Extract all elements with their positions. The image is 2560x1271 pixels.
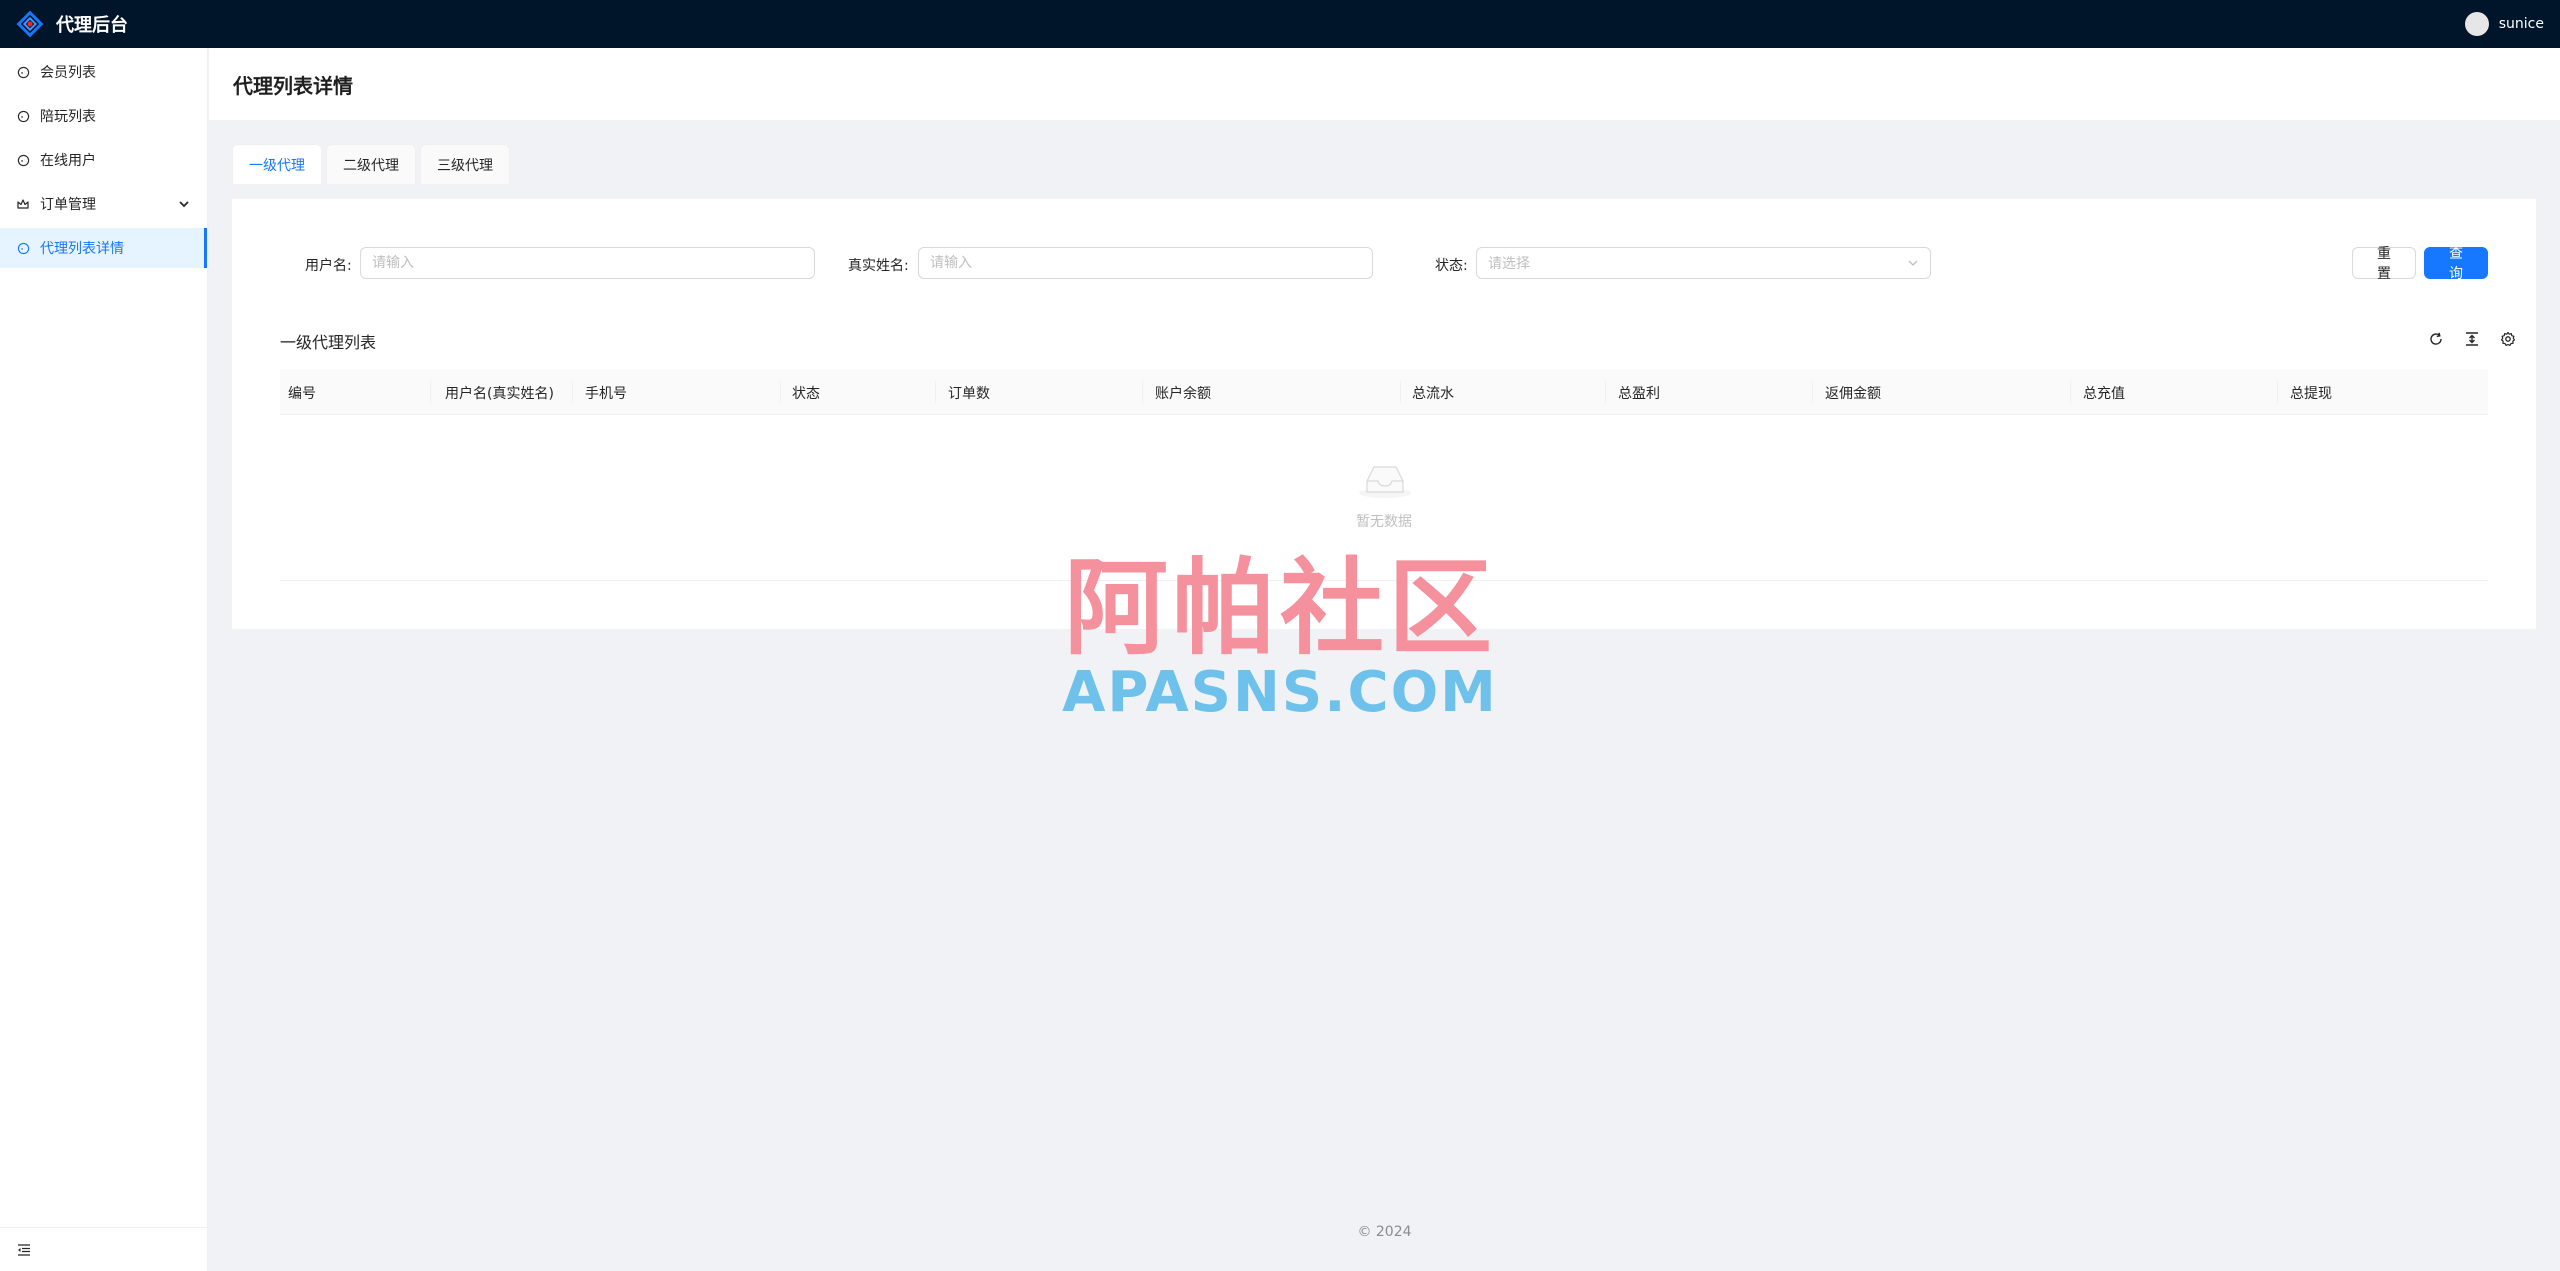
column-divider: [430, 381, 431, 403]
circle-icon: [16, 109, 30, 123]
sidebar: 会员列表 陪玩列表 在线用户 订单管理 代理列表详情: [0, 48, 208, 1271]
query-button[interactable]: 查 询: [2424, 246, 2488, 282]
table-toolbar: 一级代理列表: [280, 327, 2516, 352]
column-header[interactable]: 总充值: [2083, 383, 2125, 403]
column-divider: [780, 381, 781, 403]
empty-inbox-icon: [1359, 466, 1411, 498]
status-select[interactable]: 请选择: [1476, 247, 1931, 279]
reset-button[interactable]: 重 置: [2352, 246, 2416, 282]
column-divider: [935, 381, 936, 403]
column-divider: [1142, 381, 1143, 403]
app-title: 代理后台: [56, 15, 128, 36]
realname-input[interactable]: [918, 247, 1373, 279]
logo-icon: [16, 10, 44, 38]
column-header[interactable]: 总流水: [1412, 383, 1454, 403]
column-divider: [2070, 381, 2071, 403]
column-header[interactable]: 用户名(真实姓名): [445, 383, 554, 403]
menu-collapse-icon[interactable]: [16, 1242, 32, 1258]
top-header: 代理后台 sunice: [0, 0, 2560, 48]
username-label: 用户名:: [305, 258, 352, 274]
sidebar-item-label: 订单管理: [40, 197, 96, 213]
column-header[interactable]: 总提现: [2290, 383, 2332, 403]
chevron-down-icon: [1908, 260, 1918, 266]
empty-text: 暂无数据: [1356, 514, 1412, 530]
content-card: 用户名: 真实姓名: 状态: 请选择 重 置 查 询 一级代理列表 编号 用户名…: [232, 199, 2536, 629]
sidebar-item-label: 在线用户: [40, 153, 96, 169]
user-name[interactable]: sunice: [2499, 16, 2544, 32]
sidebar-item-label: 代理列表详情: [40, 241, 124, 257]
column-divider: [2277, 381, 2278, 403]
column-header[interactable]: 账户余额: [1155, 383, 1211, 403]
avatar[interactable]: [2464, 12, 2489, 36]
username-input[interactable]: [360, 247, 815, 279]
user-menu[interactable]: sunice: [2464, 12, 2544, 36]
sidebar-footer: [0, 1227, 207, 1271]
column-divider: [1605, 381, 1606, 403]
table-empty-state: 暂无数据: [280, 415, 2488, 581]
column-header[interactable]: 总盈利: [1618, 383, 1660, 403]
column-divider: [572, 381, 573, 403]
page-title: 代理列表详情: [233, 73, 353, 98]
brand[interactable]: 代理后台: [16, 10, 128, 38]
reload-icon[interactable]: [2426, 329, 2446, 349]
sidebar-item-online-users[interactable]: 在线用户: [0, 140, 207, 180]
tab-level-2[interactable]: 二级代理: [326, 144, 416, 184]
realname-label: 真实姓名:: [848, 258, 909, 274]
column-header[interactable]: 状态: [792, 383, 820, 403]
agent-level-tabs: 一级代理 二级代理 三级代理: [232, 144, 510, 184]
crown-icon: [16, 197, 30, 211]
circle-icon: [16, 153, 30, 167]
sidebar-item-label: 陪玩列表: [40, 109, 96, 125]
column-divider: [1812, 381, 1813, 403]
agent-table: 编号 用户名(真实姓名) 手机号 状态 订单数 账户余额 总流水 总盈利 返佣金…: [280, 369, 2488, 581]
gear-icon[interactable]: [2498, 329, 2518, 349]
sidebar-menu: 会员列表 陪玩列表 在线用户 订单管理 代理列表详情: [0, 52, 207, 268]
sidebar-item-agent-list[interactable]: 代理列表详情: [0, 228, 207, 268]
copyright-footer: © 2024: [1357, 1224, 1412, 1240]
column-header[interactable]: 手机号: [585, 383, 627, 403]
column-header[interactable]: 返佣金额: [1825, 383, 1881, 403]
status-label: 状态:: [1435, 258, 1468, 274]
column-divider: [1400, 381, 1401, 403]
circle-icon: [16, 241, 30, 255]
circle-icon: [16, 65, 30, 79]
sidebar-item-companions[interactable]: 陪玩列表: [0, 96, 207, 136]
sidebar-item-label: 会员列表: [40, 65, 96, 81]
tab-level-1[interactable]: 一级代理: [232, 144, 322, 184]
status-placeholder: 请选择: [1488, 256, 1530, 272]
page-header: 代理列表详情: [209, 48, 2560, 120]
table-header: 编号 用户名(真实姓名) 手机号 状态 订单数 账户余额 总流水 总盈利 返佣金…: [280, 369, 2488, 415]
watermark-en: APASNS.COM: [1062, 660, 1498, 725]
column-height-icon[interactable]: [2462, 329, 2482, 349]
sidebar-item-orders[interactable]: 订单管理: [0, 184, 207, 224]
tab-level-3[interactable]: 三级代理: [420, 144, 510, 184]
search-form: 用户名: 真实姓名: 状态: 请选择 重 置 查 询: [232, 246, 2536, 282]
sidebar-item-members[interactable]: 会员列表: [0, 52, 207, 92]
chevron-down-icon[interactable]: [177, 197, 191, 211]
column-header[interactable]: 订单数: [948, 383, 990, 403]
table-title: 一级代理列表: [280, 333, 377, 352]
column-header[interactable]: 编号: [288, 383, 316, 403]
